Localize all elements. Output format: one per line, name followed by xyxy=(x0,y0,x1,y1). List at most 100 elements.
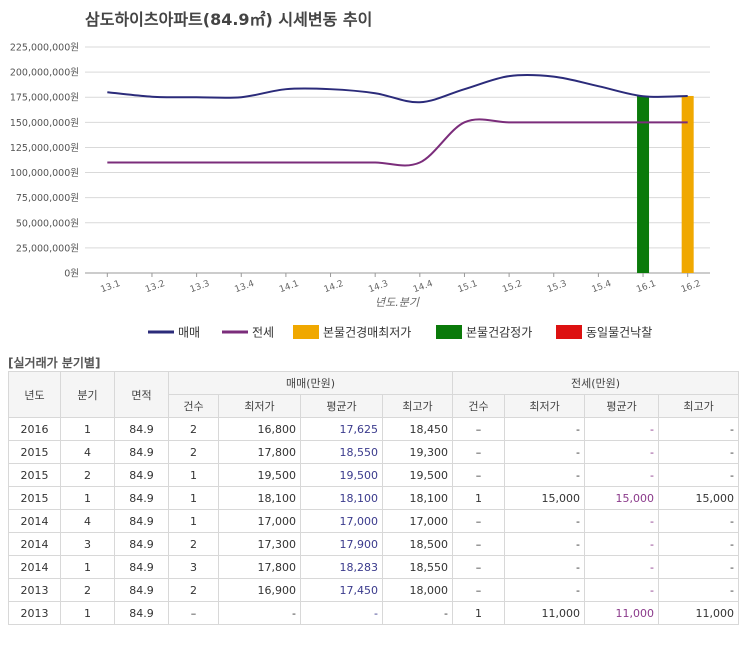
header-sale-avg: 평균가 xyxy=(300,394,383,418)
header-sale-group: 매매(만원) xyxy=(167,371,454,395)
table-cell: 1 xyxy=(60,486,115,510)
table-cell: 2 xyxy=(168,440,219,464)
x-tick-label: 13.1 xyxy=(100,279,122,295)
table-cell: – xyxy=(452,463,506,487)
table-row: 2014 1 84.9 3 17,800 18,283 18,550– - - - xyxy=(8,555,740,579)
price-trend-chart: 삼도하이츠아파트(84.9㎡) 시세변동 추이 225,000,000원 200,… xyxy=(10,10,710,340)
table-cell: - xyxy=(658,555,740,579)
table-row: 2014 4 84.9 1 17,000 17,000 17,000– - - - xyxy=(8,509,740,533)
table-cell: - xyxy=(584,509,660,533)
table-row: 2014 3 84.9 2 17,300 17,900 18,500– - - - xyxy=(8,532,740,556)
table-cell: 1 xyxy=(60,601,115,625)
table-cell: 84.9 xyxy=(114,486,169,510)
table-cell: - xyxy=(658,578,740,602)
table-cell: 15,000 xyxy=(504,486,586,510)
table-cell: – xyxy=(452,578,506,602)
legend-item: 본물건감정가 xyxy=(436,325,532,340)
table-cell: 2 xyxy=(168,532,219,556)
table-cell: 15,000 xyxy=(584,486,660,510)
table-cell: 18,450 xyxy=(381,417,454,441)
table-cell: 18,500 xyxy=(381,532,454,556)
y-tick-label: 75,000,000원 xyxy=(16,193,79,204)
x-axis-ticks: 13.1 13.2 13.3 13.4 14.1 14.2 14.3 14.4 15.1 15.2… xyxy=(100,273,702,295)
table-cell: 1 xyxy=(168,509,219,533)
table-cell: 4 xyxy=(60,509,115,533)
x-tick-label: 14.3 xyxy=(367,279,389,295)
table-cell: - xyxy=(658,440,740,464)
table-cell: 18,000 xyxy=(381,578,454,602)
header-jeonse-min: 최저가 xyxy=(504,394,586,418)
legend-item: 매매 xyxy=(148,326,200,340)
x-tick-label: 15.4 xyxy=(591,279,614,295)
legend-bar-swatch xyxy=(556,325,582,339)
table-cell: - xyxy=(504,555,586,579)
header-area: 면적 xyxy=(114,371,169,418)
line-전세 xyxy=(107,118,688,167)
table-cell: 3 xyxy=(60,532,115,556)
x-tick-label: 16.2 xyxy=(680,279,702,295)
table-cell: 18,100 xyxy=(300,486,383,510)
table-cell: - xyxy=(584,417,660,441)
table-cell: - xyxy=(658,509,740,533)
section-title: [실거래가 분기별] xyxy=(8,356,101,370)
table-cell: - xyxy=(300,601,383,625)
legend-item: 전세 xyxy=(222,326,274,340)
table-cell: 17,300 xyxy=(218,532,301,556)
y-tick-label: 175,000,000원 xyxy=(10,93,79,104)
table-cell: - xyxy=(584,578,660,602)
table-cell: 84.9 xyxy=(114,509,169,533)
table-cell: 84.9 xyxy=(114,440,169,464)
table-cell: 18,550 xyxy=(300,440,383,464)
legend-label: 매매 xyxy=(178,326,200,340)
y-tick-label: 50,000,000원 xyxy=(16,218,79,229)
table-cell: 1 xyxy=(452,486,506,510)
table-cell: 2014 xyxy=(8,532,61,556)
table-cell: 84.9 xyxy=(114,417,169,441)
table-cell: 2015 xyxy=(8,440,61,464)
x-tick-label: 13.4 xyxy=(233,279,256,295)
table-cell: 17,000 xyxy=(218,509,301,533)
table-cell: 2014 xyxy=(8,555,61,579)
table-cell: 16,900 xyxy=(218,578,301,602)
table-cell: 17,450 xyxy=(300,578,383,602)
table-cell: 19,500 xyxy=(218,463,301,487)
table-cell: 84.9 xyxy=(114,532,169,556)
table-cell: 2013 xyxy=(8,578,61,602)
table-cell: - xyxy=(504,440,586,464)
trade-table: 년도 분기 면적 매매(만원) 전세(만원) 건수 최저가 평균가 최고가 건수… xyxy=(8,371,740,625)
table-cell: - xyxy=(504,509,586,533)
header-jeonse-group: 전세(만원) xyxy=(452,371,740,395)
table-row: 2013 2 84.9 2 16,900 17,450 18,000– - - - xyxy=(8,578,740,602)
header-jeonse-count: 건수 xyxy=(452,394,506,418)
y-tick-label: 100,000,000원 xyxy=(10,168,79,179)
table-cell: 18,283 xyxy=(300,555,383,579)
table-cell: - xyxy=(658,532,740,556)
table-cell: - xyxy=(504,463,586,487)
table-row: 2015 4 84.9 2 17,800 18,550 19,300– - - - xyxy=(8,440,740,464)
table-cell: - xyxy=(658,417,740,441)
y-tick-label: 200,000,000원 xyxy=(10,68,79,79)
table-cell: 18,100 xyxy=(218,486,301,510)
y-tick-label: 150,000,000원 xyxy=(10,118,79,129)
legend-label: 동일물건낙찰 xyxy=(586,326,652,340)
x-tick-label: 13.3 xyxy=(189,279,211,295)
x-tick-label: 14.1 xyxy=(278,279,300,295)
table-cell: 1 xyxy=(452,601,506,625)
table-cell: 11,000 xyxy=(584,601,660,625)
table-cell: 17,800 xyxy=(218,555,301,579)
table-row: 2015 2 84.9 1 19,500 19,500 19,500– - - - xyxy=(8,463,740,487)
x-tick-label: 15.3 xyxy=(546,279,568,295)
x-tick-label: 15.2 xyxy=(501,279,523,295)
table-cell: 11,000 xyxy=(504,601,586,625)
y-tick-label: 0원 xyxy=(64,269,79,280)
table-cell: – xyxy=(452,509,506,533)
legend-label: 전세 xyxy=(252,326,274,340)
table-cell: 2 xyxy=(60,578,115,602)
table-cell: - xyxy=(504,578,586,602)
table-cell: 84.9 xyxy=(114,578,169,602)
table-cell: 2015 xyxy=(8,463,61,487)
x-tick-label: 16.1 xyxy=(635,279,657,295)
trade-table-body: 2016 1 84.9 2 16,800 17,625 18,450– - - -2015 4 84.… xyxy=(8,417,740,625)
table-cell: 11,000 xyxy=(658,601,740,625)
table-cell: - xyxy=(381,601,454,625)
